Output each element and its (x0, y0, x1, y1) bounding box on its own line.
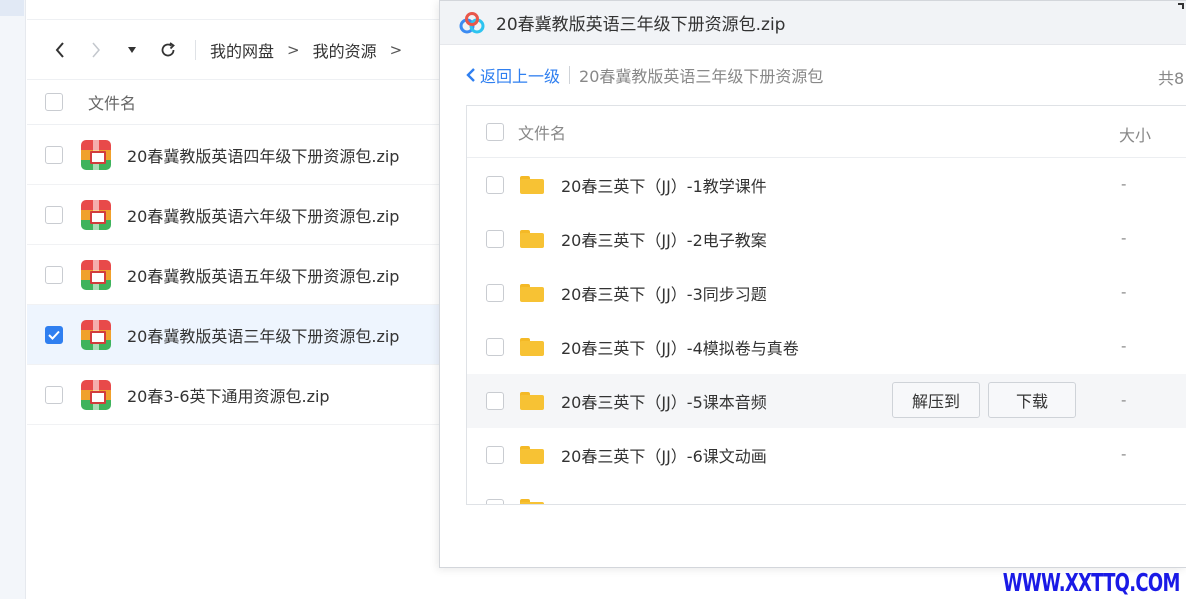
folder-row[interactable]: 20春三英下（JJ）-1教学课件 - (467, 158, 1186, 212)
folder-row-partial[interactable] (467, 482, 1186, 504)
row-checkbox[interactable] (486, 446, 504, 464)
chevron-left-icon (466, 68, 475, 82)
back-to-parent-link[interactable]: 返回上一级 (466, 63, 560, 87)
file-row[interactable]: 20春冀教版英语五年级下册资源包.zip (27, 245, 447, 305)
row-checkbox[interactable] (45, 265, 63, 284)
zip-archive-icon (81, 319, 111, 350)
dialog-title-bar: 20春冀教版英语三年级下册资源包.zip (440, 1, 1186, 45)
row-checkbox[interactable] (486, 499, 504, 504)
row-checkbox[interactable] (45, 145, 63, 164)
row-checkbox[interactable] (486, 392, 504, 410)
file-name: 20春冀教版英语五年级下册资源包.zip (127, 266, 400, 286)
folder-icon (520, 230, 544, 248)
folder-icon (520, 284, 544, 302)
folder-icon (520, 446, 544, 464)
download-button[interactable]: 下载 (988, 382, 1076, 418)
folder-size: - (1121, 337, 1127, 355)
row-checkbox[interactable] (486, 338, 504, 356)
back-link-label: 返回上一级 (480, 67, 561, 86)
archive-table-header: 文件名 大小 (467, 106, 1186, 158)
column-filename-header: 文件名 (518, 123, 567, 143)
refresh-icon (161, 41, 175, 56)
dialog-nav-bar: 返回上一级 20春冀教版英语三年级下册资源包 共8 (440, 45, 1186, 105)
extract-to-button[interactable]: 解压到 (892, 382, 980, 418)
file-row[interactable]: 20春3-6英下通用资源包.zip (27, 365, 447, 425)
folder-name: 20春三英下（JJ）-4模拟卷与真卷 (561, 339, 799, 358)
folder-size: - (1121, 391, 1127, 409)
file-browser-pane: 我的网盘 > 我的资源 > 文件名 20春冀教版英语四年级下册资源包.zip 2… (27, 0, 447, 599)
folder-name: 20春三英下（JJ）-5课本音频 (561, 393, 767, 412)
file-row-selected[interactable]: 20春冀教版英语三年级下册资源包.zip (27, 305, 447, 365)
folder-row-hovered[interactable]: 20春三英下（JJ）-5课本音频 解压到 下载 - (467, 374, 1186, 428)
item-count: 共8 (1158, 69, 1185, 88)
zip-archive-icon (81, 199, 111, 230)
select-all-checkbox[interactable] (486, 122, 504, 141)
file-name: 20春冀教版英语三年级下册资源包.zip (127, 326, 400, 346)
file-name: 20春冀教版英语六年级下册资源包.zip (127, 206, 400, 226)
navigation-bar: 我的网盘 > 我的资源 > (27, 20, 447, 80)
folder-size: - (1121, 175, 1127, 193)
breadcrumb-my-resources[interactable]: 我的资源 (313, 38, 377, 62)
folder-row[interactable]: 20春三英下（JJ）-4模拟卷与真卷 - (467, 320, 1186, 374)
refresh-button[interactable] (157, 39, 179, 61)
breadcrumb-separator: > (389, 40, 403, 59)
archive-file-table: 文件名 大小 20春三英下（JJ）-1教学课件 - 20春三英下（JJ）-2电子… (466, 105, 1186, 505)
folder-name: 20春三英下（JJ）-1教学课件 (561, 177, 767, 196)
column-size-header: 大小 (1119, 126, 1152, 145)
folder-icon (520, 392, 544, 410)
history-dropdown-button[interactable] (121, 39, 143, 61)
row-checkbox[interactable] (45, 205, 63, 224)
file-list-header: 文件名 (27, 80, 447, 125)
folder-name: 20春三英下（JJ）-2电子教案 (561, 231, 767, 250)
dialog-corner-mark (1178, 3, 1184, 9)
folder-size: - (1121, 283, 1127, 301)
zip-archive-icon (81, 379, 111, 410)
checkmark-icon (48, 330, 60, 340)
archive-preview-dialog: 20春冀教版英语三年级下册资源包.zip 返回上一级 20春冀教版英语三年级下册… (439, 0, 1186, 568)
folder-size: - (1121, 445, 1127, 463)
folder-icon (520, 338, 544, 356)
caret-down-icon (128, 46, 136, 53)
folder-icon (520, 499, 544, 504)
zip-archive-icon (81, 259, 111, 290)
breadcrumb-my-netdisk[interactable]: 我的网盘 (210, 38, 274, 62)
forward-button[interactable] (85, 39, 107, 61)
folder-row[interactable]: 20春三英下（JJ）-2电子教案 - (467, 212, 1186, 266)
sidebar-selected-indicator (0, 0, 24, 16)
row-checkbox[interactable] (45, 385, 63, 404)
site-watermark: WWW.XXTTQ.COM (1003, 568, 1181, 597)
file-name: 20春3-6英下通用资源包.zip (127, 386, 330, 406)
chevron-right-icon (92, 42, 100, 57)
back-button[interactable] (49, 39, 71, 61)
folder-name: 20春三英下（JJ）-6课文动画 (561, 447, 767, 466)
chevron-left-icon (55, 41, 64, 58)
baidu-netdisk-logo-icon (459, 11, 485, 33)
row-checkbox[interactable] (486, 176, 504, 194)
folder-size: - (1121, 229, 1127, 247)
dialog-current-path: 20春冀教版英语三年级下册资源包 (579, 67, 824, 86)
select-all-checkbox[interactable] (45, 93, 63, 111)
left-sidebar-strip (0, 0, 26, 599)
row-checkbox[interactable] (486, 230, 504, 248)
column-filename-header: 文件名 (88, 94, 137, 113)
zip-archive-icon (81, 139, 111, 170)
row-checkbox-checked[interactable] (45, 325, 63, 344)
row-checkbox[interactable] (486, 284, 504, 302)
folder-row[interactable]: 20春三英下（JJ）-6课文动画 - (467, 428, 1186, 482)
file-name: 20春冀教版英语四年级下册资源包.zip (127, 146, 400, 166)
file-row[interactable]: 20春冀教版英语六年级下册资源包.zip (27, 185, 447, 245)
folder-name: 20春三英下（JJ）-3同步习题 (561, 285, 767, 304)
dialog-title: 20春冀教版英语三年级下册资源包.zip (496, 15, 786, 35)
file-row[interactable]: 20春冀教版英语四年级下册资源包.zip (27, 125, 447, 185)
breadcrumb-separator: > (287, 40, 300, 59)
folder-row[interactable]: 20春三英下（JJ）-3同步习题 - (467, 266, 1186, 320)
folder-icon (520, 176, 544, 194)
